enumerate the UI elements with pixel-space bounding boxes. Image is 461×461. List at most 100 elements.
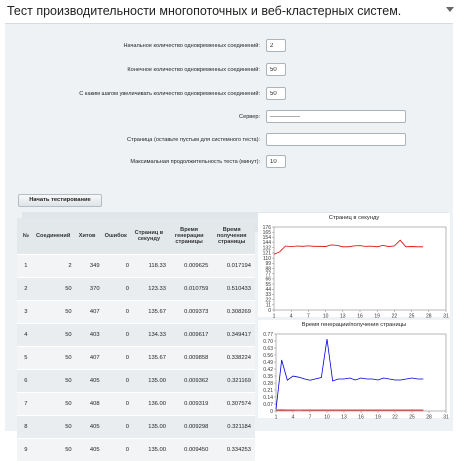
y-tick-label: 0 (268, 308, 271, 314)
end-connections-input[interactable] (266, 63, 286, 76)
cell-generation-time: 0.009450 (170, 439, 212, 461)
y-tick-label: 0.63 (263, 346, 273, 352)
x-tick-label: 7 (307, 314, 310, 320)
table-row: 2503700123.330.0107590.510433 (17, 278, 255, 301)
cell-number: 3 (17, 301, 35, 324)
server-label: Сервер: (5, 114, 260, 120)
cell-fetch-time: 0.349417 (212, 324, 255, 347)
cell-generation-time: 0.009319 (170, 393, 212, 416)
x-tick-label: 25 (409, 314, 415, 320)
cell-hits: 408 (75, 393, 103, 416)
y-tick-label: 0.35 (263, 374, 273, 380)
y-tick-label: 132 (263, 246, 272, 252)
cell-hits: 405 (75, 439, 103, 461)
table-row: 6504050135.000.0093620.321169 (17, 370, 255, 393)
x-tick-label: 28 (426, 415, 432, 421)
duration-input[interactable] (266, 155, 286, 168)
cell-connections: 50 (35, 347, 75, 370)
cell-hits: 403 (75, 324, 103, 347)
cell-errors: 0 (103, 393, 132, 416)
col-fetch-time: Время получения страницы (212, 218, 255, 255)
cell-pages-per-second: 134.33 (132, 324, 170, 347)
cell-pages-per-second: 123.33 (132, 278, 170, 301)
y-tick-label: 0.56 (263, 353, 273, 359)
cell-hits: 405 (75, 416, 103, 439)
x-tick-label: 13 (340, 314, 346, 320)
y-tick-label: 0.21 (263, 388, 273, 394)
chart2-plot: 00.070.140.210.280.350.420.490.560.630.7… (258, 331, 450, 421)
table-row: 4504030134.330.0096170.349417 (17, 324, 255, 347)
x-tick-label: 22 (392, 415, 398, 421)
y-tick-label: 165 (263, 230, 272, 236)
x-tick-label: 22 (392, 314, 398, 320)
results-table-header: № Соединений Хитов Ошибок Страниц в секу… (17, 218, 255, 255)
cell-pages-per-second: 135.67 (132, 301, 170, 324)
y-tick-label: 99 (265, 261, 271, 267)
cell-generation-time: 0.009298 (170, 416, 212, 439)
cell-connections: 2 (35, 255, 75, 278)
x-tick-label: 4 (290, 314, 293, 320)
end-connections-label: Конечное количество одновременных соедин… (5, 67, 260, 73)
cell-number: 1 (17, 255, 35, 278)
cell-fetch-time: 0.321184 (212, 416, 255, 439)
y-tick-label: 154 (263, 235, 272, 241)
x-tick-label: 13 (341, 415, 347, 421)
table-row: 5504070135.670.0098580.338224 (17, 347, 255, 370)
cell-fetch-time: 0.308269 (212, 301, 255, 324)
col-generation-time: Время генерации страницы (170, 218, 212, 255)
x-tick-label: 25 (409, 415, 415, 421)
start-connections-input[interactable] (266, 39, 286, 52)
table-row: 9504050135.000.0094500.334253 (17, 439, 255, 461)
x-tick-label: 10 (324, 415, 330, 421)
cell-number: 2 (17, 278, 35, 301)
cell-pages-per-second: 136.00 (132, 393, 170, 416)
table-row: 7504080136.000.0093190.307574 (17, 393, 255, 416)
x-tick-label: 16 (358, 415, 364, 421)
page-label: Страница (оставьте пустым для системного… (5, 137, 260, 143)
cell-generation-time: 0.009625 (170, 255, 212, 278)
cell-hits: 370 (75, 278, 103, 301)
y-tick-label: 33 (265, 292, 271, 298)
y-tick-label: 176 (263, 225, 272, 231)
x-tick-label: 19 (375, 415, 381, 421)
cell-generation-time: 0.010759 (170, 278, 212, 301)
cell-fetch-time: 0.334253 (212, 439, 255, 461)
plot-area (276, 334, 446, 411)
col-connections: Соединений (35, 218, 75, 255)
y-tick-label: 88 (265, 266, 271, 272)
cell-fetch-time: 0.321169 (212, 370, 255, 393)
cell-errors: 0 (103, 278, 132, 301)
cell-generation-time: 0.009373 (170, 301, 212, 324)
server-input[interactable] (266, 110, 406, 123)
y-tick-label: 0.14 (263, 395, 273, 401)
step-input[interactable] (266, 87, 286, 100)
x-tick-label: 19 (374, 314, 380, 320)
cell-hits: 407 (75, 301, 103, 324)
x-tick-label: 1 (273, 314, 276, 320)
cell-errors: 0 (103, 347, 132, 370)
page-title: Тест производительности многопоточных и … (7, 4, 401, 18)
cell-hits: 405 (75, 370, 103, 393)
start-test-button[interactable]: Начать тестирование (18, 194, 102, 207)
cell-pages-per-second: 135.00 (132, 439, 170, 461)
cell-errors: 0 (103, 324, 132, 347)
cell-number: 4 (17, 324, 35, 347)
y-tick-label: 0.28 (263, 381, 273, 387)
cell-connections: 50 (35, 393, 75, 416)
y-tick-label: 55 (265, 282, 271, 288)
y-tick-label: 0.70 (263, 339, 273, 345)
results-table: № Соединений Хитов Ошибок Страниц в секу… (17, 218, 255, 461)
page-header: Тест производительности многопоточных и … (0, 0, 461, 22)
cell-connections: 50 (35, 324, 75, 347)
cell-generation-time: 0.009858 (170, 347, 212, 370)
cell-fetch-time: 0.017194 (212, 255, 255, 278)
chart1-plot: 0112233445566778899110121132144154165176… (258, 224, 450, 320)
y-tick-label: 44 (265, 287, 271, 293)
y-tick-label: 22 (265, 297, 271, 303)
collapse-arrow-icon[interactable] (446, 7, 454, 12)
page-input[interactable] (266, 133, 406, 146)
cell-fetch-time: 0.510433 (212, 278, 255, 301)
col-number: № (17, 218, 35, 255)
table-row: 123490118.330.0096250.017194 (17, 255, 255, 278)
y-tick-label: 110 (263, 256, 271, 262)
